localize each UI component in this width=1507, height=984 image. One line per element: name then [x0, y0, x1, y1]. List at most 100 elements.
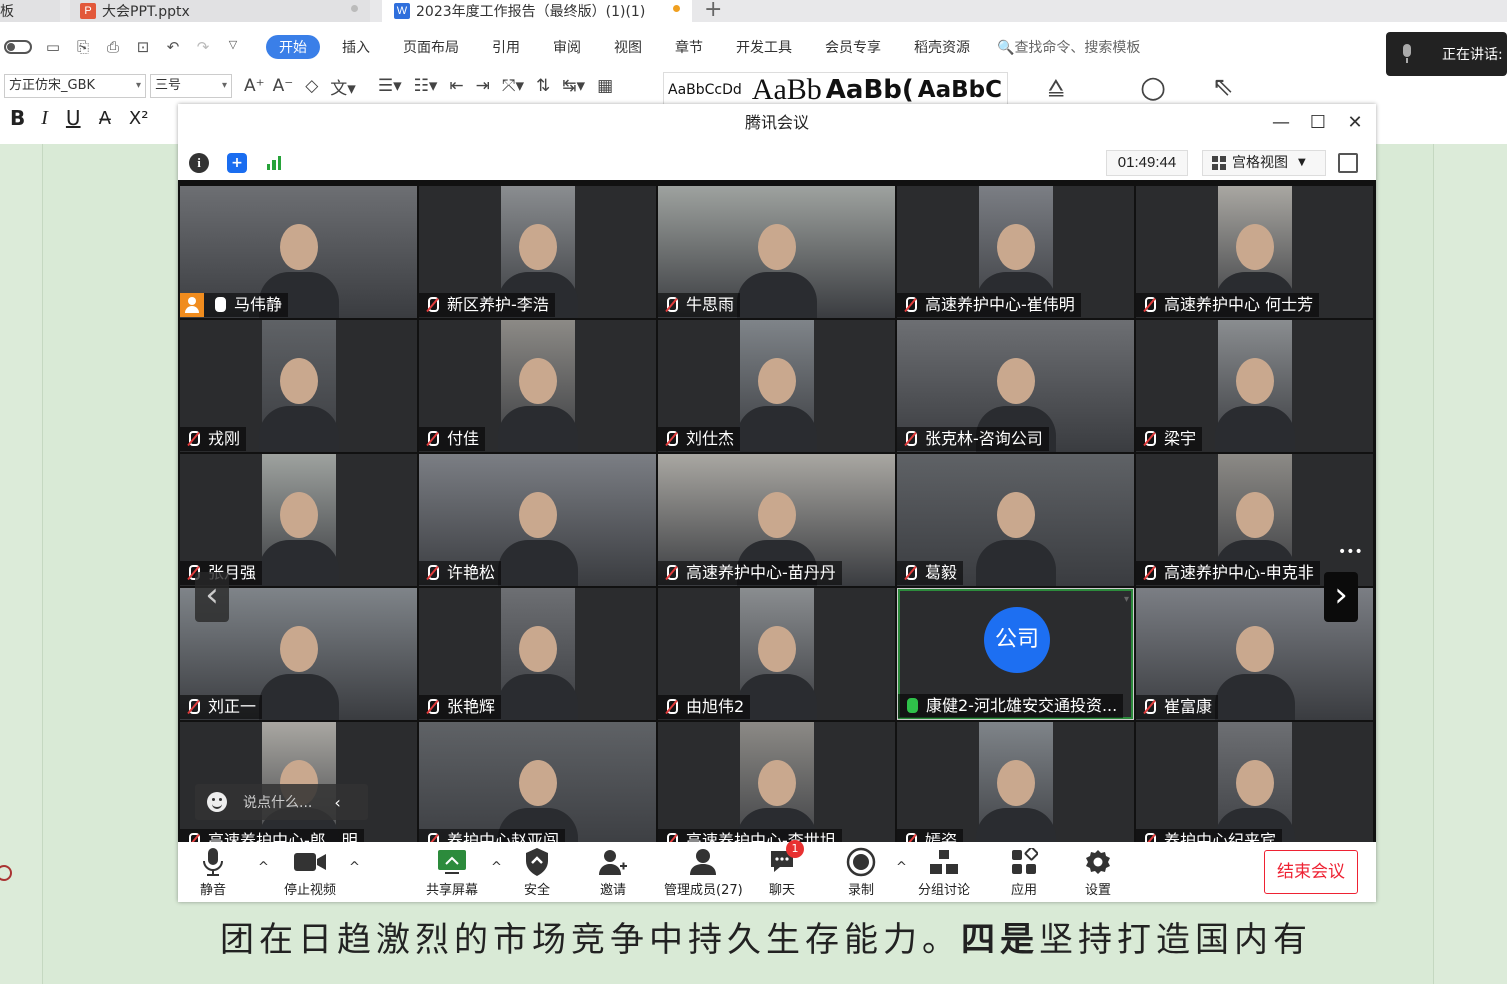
share-options-caret-icon[interactable]: ^ — [491, 860, 502, 875]
security-shield-icon[interactable]: + — [227, 153, 247, 173]
tab-prev-doc[interactable]: 稿板 — [0, 0, 60, 22]
undo-icon[interactable]: ↶ — [162, 38, 184, 56]
more-options-icon[interactable]: ••• — [1338, 544, 1363, 560]
text-direction-icon[interactable]: ⤧▾ — [502, 76, 524, 96]
participant-tile[interactable]: 高速养护中心-苗丹丹 — [658, 454, 895, 586]
participant-tile[interactable]: 张艳辉 — [419, 588, 656, 720]
emoji-icon[interactable] — [207, 792, 227, 812]
share-screen-button[interactable]: 共享屏幕 — [426, 846, 478, 898]
shrink-font-icon[interactable]: A⁻ — [273, 76, 294, 96]
italic-icon[interactable]: I — [41, 107, 48, 130]
sort-icon[interactable]: ⇅ — [536, 76, 550, 96]
network-signal-icon[interactable] — [264, 153, 284, 173]
strikethrough-icon[interactable]: A̶ — [99, 108, 111, 129]
invite-button[interactable]: 邀请 — [598, 846, 628, 898]
shield-button[interactable]: 安全 — [524, 846, 550, 898]
participant-tile[interactable]: 养护中心赵亚闯 — [419, 722, 656, 842]
minimize-icon[interactable]: — — [1270, 112, 1292, 133]
collapse-arrow-icon[interactable]: ‹ — [334, 793, 340, 812]
style-heading2[interactable]: AaBb( — [826, 75, 914, 105]
chat-button[interactable]: 1 聊天 — [768, 840, 804, 898]
camera-button[interactable]: 停止视频 — [284, 846, 336, 898]
menu-review[interactable]: 审阅 — [553, 37, 581, 57]
menu-chapter[interactable]: 章节 — [675, 37, 703, 57]
command-search[interactable]: 🔍查找命令、搜索模板 — [997, 37, 1140, 57]
participant-tile[interactable]: 养护中心纪来宾 — [1136, 722, 1373, 842]
participant-tile[interactable]: 高速养护中心-郎…明 — [180, 722, 417, 842]
members-button[interactable]: 管理成员(27) — [664, 846, 743, 898]
participant-tile[interactable]: 张克林-咨询公司 — [897, 320, 1134, 452]
grow-font-icon[interactable]: A⁺ — [244, 76, 265, 96]
participant-tile[interactable]: 高速养护中心-李世坦 — [658, 722, 895, 842]
find-replace-icon[interactable]: ○ — [1140, 70, 1166, 105]
chat-quick-input[interactable]: 说点什么... ‹ — [195, 784, 368, 820]
mic-options-caret-icon[interactable]: ^ — [258, 860, 269, 875]
menu-developer[interactable]: 开发工具 — [736, 37, 792, 57]
menu-start[interactable]: 开始 — [266, 35, 320, 59]
info-icon[interactable]: i — [189, 153, 209, 173]
numbered-list-icon[interactable]: ☷▾ — [414, 76, 438, 96]
participant-tile[interactable]: 高速养护中心-崔伟明 — [897, 186, 1134, 318]
clear-format-icon[interactable]: ◇ — [305, 76, 318, 96]
participant-tile[interactable]: 许艳松 — [419, 454, 656, 586]
bullet-list-icon[interactable]: ☰▾ — [378, 76, 402, 96]
fullscreen-icon[interactable] — [1338, 153, 1358, 173]
view-mode-dropdown[interactable]: 宫格视图 ▼ — [1202, 150, 1326, 176]
participant-tile[interactable]: 张月强 — [180, 454, 417, 586]
record-options-caret-icon[interactable]: ^ — [896, 860, 907, 875]
participant-tile[interactable]: 付佳 — [419, 320, 656, 452]
participant-tile[interactable]: 牛思雨 — [658, 186, 895, 318]
participant-tile[interactable]: 高速养护中心-申克非 — [1136, 454, 1373, 586]
decrease-indent-icon[interactable]: ⇤ — [449, 76, 463, 96]
select-cursor-icon[interactable]: ⇖ — [1212, 72, 1234, 102]
menu-page-layout[interactable]: 页面布局 — [403, 37, 459, 57]
text-tools-icon[interactable]: ⩠ — [1048, 72, 1064, 103]
record-button[interactable]: 录制 — [846, 846, 876, 898]
tab-word-doc[interactable]: W 2023年度工作报告（最终版）(1)(1) — [382, 0, 692, 22]
close-icon[interactable]: ✕ — [1344, 112, 1366, 133]
side-marker-icon[interactable] — [0, 865, 12, 881]
line-spacing-icon[interactable]: ↹▾ — [562, 76, 585, 96]
print-icon[interactable]: ⎙ — [102, 38, 124, 56]
participant-tile[interactable]: 由旭伟2 — [658, 588, 895, 720]
more-chevron-icon[interactable]: ▽ — [222, 38, 244, 56]
style-heading3[interactable]: AaBbC — [918, 77, 1002, 103]
toggle-switch-icon[interactable] — [4, 40, 32, 54]
participant-tile[interactable]: 刘仕杰 — [658, 320, 895, 452]
participant-tile[interactable]: 梁宇 — [1136, 320, 1373, 452]
export-icon[interactable]: ⎘ — [72, 38, 94, 56]
breakout-button[interactable]: 分组讨论 — [918, 846, 970, 898]
participant-tile[interactable]: 公司 康健2-河北雄安交通投资... — [897, 588, 1134, 720]
next-page-arrow-icon[interactable]: › — [1324, 572, 1358, 622]
menu-insert[interactable]: 插入 — [342, 37, 370, 57]
font-size-select[interactable]: 三号 — [150, 74, 232, 98]
end-meeting-button[interactable]: 结束会议 — [1264, 850, 1358, 894]
new-tab-plus-icon[interactable]: + — [704, 0, 722, 22]
save-icon[interactable]: ▭ — [42, 38, 64, 56]
style-normal[interactable]: AaBbCcDd — [668, 82, 742, 98]
video-options-caret-icon[interactable]: ^ — [349, 860, 360, 875]
mic-button[interactable]: 静音 — [200, 846, 226, 898]
document-text[interactable]: 团在日趋激烈的市场竞争中持久生存能力。四是坚持打造国内有 — [220, 912, 1312, 961]
superscript-icon[interactable]: X² — [129, 108, 149, 129]
style-heading1[interactable]: AaBb — [752, 73, 822, 107]
participant-tile[interactable]: 马伟静 — [180, 186, 417, 318]
font-name-select[interactable]: 方正仿宋_GBK — [4, 74, 146, 98]
participant-tile[interactable]: 嫣姿 — [897, 722, 1134, 842]
participant-tile[interactable]: 新区养护-李浩 — [419, 186, 656, 318]
menu-view[interactable]: 视图 — [614, 37, 642, 57]
prev-page-arrow-icon[interactable]: ‹ — [195, 572, 229, 622]
bold-icon[interactable]: B — [10, 106, 25, 130]
participant-tile[interactable]: 高速养护中心 何士芳 — [1136, 186, 1373, 318]
gear-button[interactable]: 设置 — [1084, 846, 1112, 898]
tab-ppt[interactable]: P 大会PPT.pptx — [70, 0, 370, 22]
menu-member[interactable]: 会员专享 — [825, 37, 881, 57]
print-preview-icon[interactable]: ⊡ — [132, 38, 154, 56]
participant-tile[interactable]: 葛毅 — [897, 454, 1134, 586]
table-icon[interactable]: ▦ — [597, 76, 613, 96]
increase-indent-icon[interactable]: ⇥ — [476, 76, 490, 96]
phonetic-icon[interactable]: 文▾ — [330, 74, 356, 99]
redo-icon[interactable]: ↷ — [192, 38, 214, 56]
maximize-icon[interactable]: ☐ — [1307, 112, 1329, 133]
apps-button[interactable]: 应用 — [1010, 846, 1038, 898]
